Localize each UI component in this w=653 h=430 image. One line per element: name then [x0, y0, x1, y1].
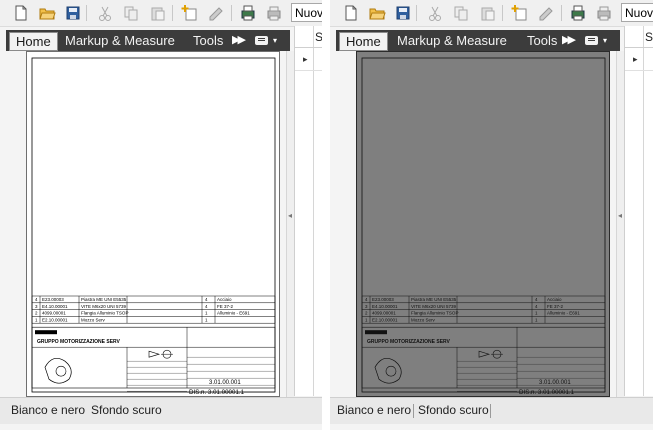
copy-icon[interactable] — [452, 4, 470, 22]
edit-markup-icon[interactable] — [207, 4, 225, 22]
document-area: 4 E23.00003 Piastra ME UNI E5535 4 Acciaio 3 E… — [336, 51, 616, 397]
drawing-number: DIS.n. 3.01.00001.1 — [519, 389, 575, 396]
expand-arrow-icon[interactable]: ▸ — [303, 54, 308, 65]
side-panel-header: S — [625, 26, 653, 48]
paste-icon[interactable] — [479, 4, 497, 22]
part-description: Piastra ME UNI E5535 — [411, 297, 457, 302]
part-code: E23.00003 — [42, 297, 64, 302]
part-code: E4.10.00001 — [372, 304, 398, 309]
viewer-panel-dark: Nuov Home Markup & Measure Tools ▶▶ ▾ 4E… — [330, 0, 653, 430]
part-code: E2.10.00001 — [42, 317, 68, 322]
part-description: Flangia Alluminio TSOP — [411, 311, 458, 316]
side-panel-header: S — [295, 26, 322, 48]
viewer-panel-light: Nuov Home Markup & Measure Tools ▶▶ ▾ 4E… — [0, 0, 322, 430]
part-code: E2.10.00001 — [372, 317, 398, 322]
open-folder-icon[interactable] — [368, 4, 386, 22]
part-description: Mozzo Serv — [81, 317, 106, 322]
add-sheet-icon[interactable] — [510, 4, 528, 22]
part-description: VITE M6x20 UNI 5739 — [411, 304, 457, 309]
new-document-icon[interactable] — [12, 4, 30, 22]
drawing-code: 3.01.00.001 — [209, 380, 241, 386]
ribbon-dropdown-icon[interactable]: ▾ — [603, 30, 607, 51]
ribbon-overflow-icon[interactable]: ▶▶ — [232, 30, 246, 51]
drawing-sheet: 4 E23.00003 Piastra ME UNI E5535 4 Acciaio 3 E… — [26, 51, 280, 397]
print-icon[interactable] — [265, 4, 283, 22]
part-description: Flangia Alluminio TSOP — [81, 311, 128, 316]
side-panel: S ▸ — [624, 26, 653, 396]
print-preview-icon[interactable] — [569, 4, 587, 22]
drawing-sheet: 4 E23.00003 Piastra ME UNI E5535 4 Acciaio 3 E… — [356, 51, 610, 397]
print-preview-icon[interactable] — [239, 4, 257, 22]
part-material: Acciaio — [547, 297, 562, 302]
ribbon: Home Markup & Measure Tools ▶▶ ▾ — [336, 30, 620, 51]
collapse-arrow-icon[interactable]: ◂ — [618, 211, 622, 220]
part-code: 4099.00001 — [372, 311, 396, 316]
part-code: 4099.00001 — [42, 311, 66, 316]
new-document-icon[interactable] — [342, 4, 360, 22]
part-description: VITE M6x20 UNI 5739 — [81, 304, 127, 309]
ribbon-overflow-icon[interactable]: ▶▶ — [562, 30, 576, 51]
status-bar: Bianco e nero Sfondo scuro — [0, 397, 322, 424]
ribbon-dropdown-icon[interactable]: ▾ — [273, 30, 277, 51]
side-panel: S ▸ — [294, 26, 322, 396]
new-dropdown[interactable]: Nuov — [291, 3, 322, 22]
tab-home[interactable]: Home — [9, 32, 58, 51]
save-icon[interactable] — [394, 4, 412, 22]
document-area: 4 E23.00003 Piastra ME UNI E5535 4 Acciaio 3 E… — [6, 51, 286, 397]
drawing-code: 3.01.00.001 — [539, 380, 571, 386]
ribbon-menu-icon[interactable] — [255, 36, 268, 45]
save-icon[interactable] — [64, 4, 82, 22]
toolbar — [330, 0, 653, 27]
drawing-number: DIS.n. 3.01.00001.1 — [189, 389, 245, 396]
part-code: E23.00003 — [372, 297, 394, 302]
tab-bianco-e-nero[interactable]: Bianco e nero — [11, 403, 85, 417]
part-material: Acciaio — [217, 297, 232, 302]
part-code: E4.10.00001 — [42, 304, 68, 309]
part-material: Alluminio - E691 — [217, 311, 250, 316]
tab-sfondo-scuro[interactable]: Sfondo scuro — [91, 403, 162, 417]
tab-tools[interactable]: Tools — [193, 30, 223, 51]
cut-icon[interactable] — [426, 4, 444, 22]
ribbon: Home Markup & Measure Tools ▶▶ ▾ — [6, 30, 290, 51]
add-sheet-icon[interactable] — [180, 4, 198, 22]
ribbon-menu-icon[interactable] — [585, 36, 598, 45]
copy-icon[interactable] — [122, 4, 140, 22]
tab-home[interactable]: Home — [339, 32, 388, 51]
expand-arrow-icon[interactable]: ▸ — [633, 54, 638, 65]
drawing-title: GRUPPO MOTORIZZAZIONE SERV — [37, 339, 121, 345]
tab-markup-measure[interactable]: Markup & Measure — [397, 30, 507, 51]
print-icon[interactable] — [595, 4, 613, 22]
toolbar — [0, 0, 322, 27]
drawing-sheet-graphic: 4 E23.00003 Piastra ME UNI E5535 4 Acciaio3 E… — [361, 57, 606, 396]
part-description: Piastra ME UNI E5535 — [81, 297, 127, 302]
status-bar: Bianco e nero Sfondo scuro — [330, 397, 653, 424]
tab-tools[interactable]: Tools — [527, 30, 557, 51]
part-description: Mozzo Serv — [411, 317, 436, 322]
collapse-arrow-icon[interactable]: ◂ — [288, 211, 292, 220]
new-dropdown[interactable]: Nuov — [621, 3, 653, 22]
tab-bianco-e-nero[interactable]: Bianco e nero — [337, 403, 411, 417]
drawing-title: GRUPPO MOTORIZZAZIONE SERV — [367, 339, 451, 345]
open-folder-icon[interactable] — [38, 4, 56, 22]
part-material: FE 37-2 — [547, 304, 564, 309]
cut-icon[interactable] — [96, 4, 114, 22]
tab-sfondo-scuro[interactable]: Sfondo scuro — [418, 403, 489, 417]
part-material: Alluminio - E691 — [547, 311, 580, 316]
part-material: FE 37-2 — [217, 304, 234, 309]
edit-markup-icon[interactable] — [537, 4, 555, 22]
drawing-sheet-graphic: 4 E23.00003 Piastra ME UNI E5535 4 Acciaio3 E… — [31, 57, 276, 396]
tab-markup-measure[interactable]: Markup & Measure — [65, 30, 175, 51]
paste-icon[interactable] — [149, 4, 167, 22]
